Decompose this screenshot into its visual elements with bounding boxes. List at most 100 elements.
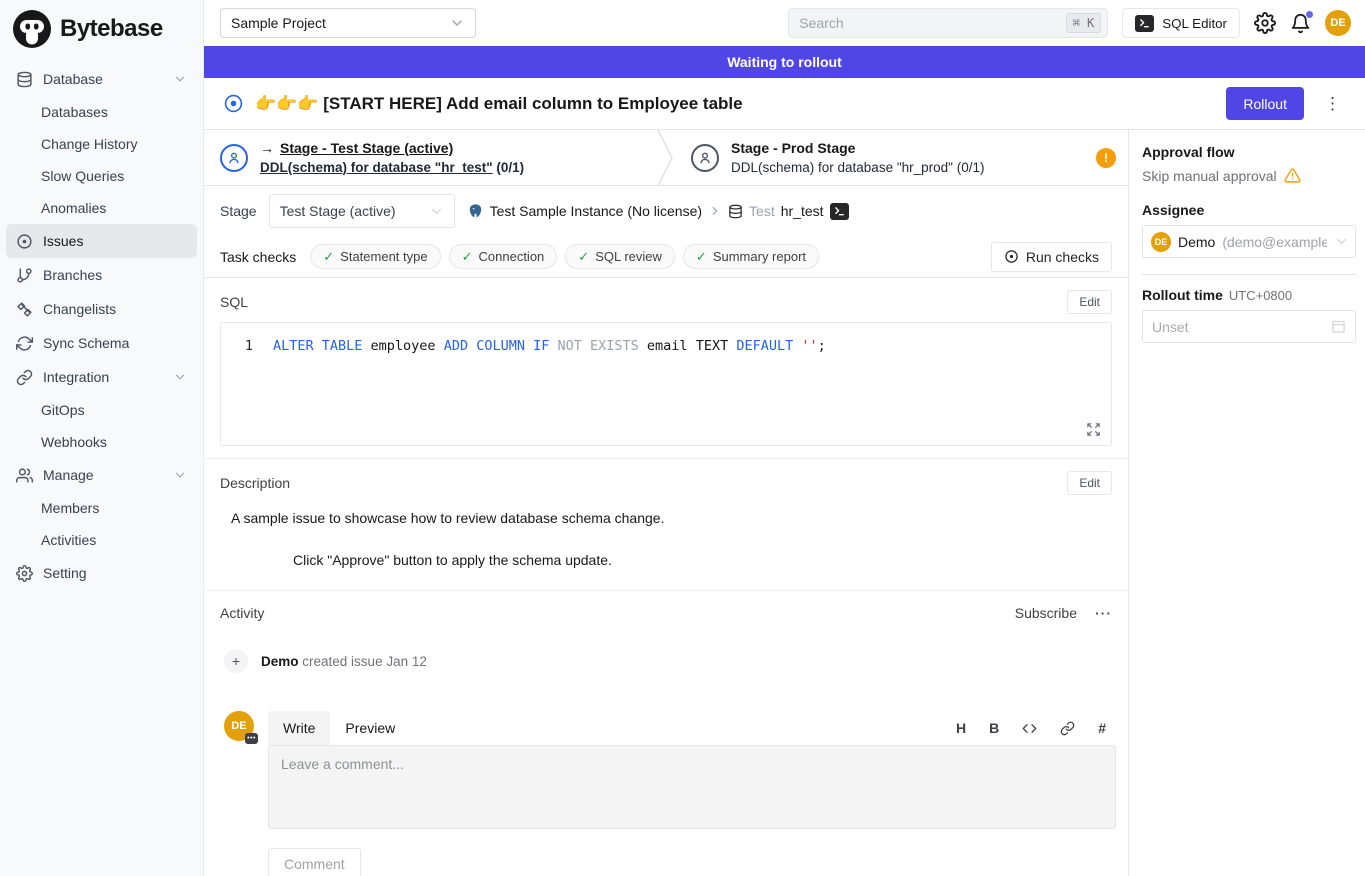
issue-menu-button[interactable]: ⋮ bbox=[1316, 94, 1349, 114]
check-pill-summary-report[interactable]: ✓Summary report bbox=[683, 244, 819, 269]
status-banner: Waiting to rollout bbox=[204, 46, 1365, 78]
stage-person-icon bbox=[691, 144, 719, 172]
sql-code-block[interactable]: 1 ALTER TABLE employee ADD COLUMN IF NOT… bbox=[220, 322, 1112, 446]
bytebase-logo[interactable]: Bytebase bbox=[0, 0, 203, 58]
sql-section: SQL Edit 1 ALTER TABLE employee ADD COLU… bbox=[204, 278, 1128, 446]
chevron-down-icon bbox=[173, 468, 187, 482]
stage-separator bbox=[657, 130, 675, 186]
changelist-icon bbox=[16, 301, 33, 318]
sidebar-label: Issues bbox=[43, 233, 83, 249]
chevron-down-icon bbox=[173, 72, 187, 86]
stage-name: →Stage - Test Stage (active) bbox=[260, 138, 524, 158]
sidebar-item-databases[interactable]: Databases bbox=[6, 96, 197, 128]
warning-badge: ! bbox=[1096, 148, 1116, 168]
check-pass-icon: ✓ bbox=[462, 249, 473, 265]
panel-divider bbox=[1142, 274, 1356, 275]
activity-section: Activity Subscribe ··· + Demo created is… bbox=[204, 590, 1128, 876]
stage-select[interactable]: Test Stage (active) bbox=[269, 194, 455, 228]
sidebar-item-manage[interactable]: Manage bbox=[6, 458, 197, 492]
sidebar-item-anomalies[interactable]: Anomalies bbox=[6, 192, 197, 224]
check-pass-icon: ✓ bbox=[323, 249, 334, 265]
code-format-button[interactable] bbox=[1022, 721, 1037, 736]
rollout-button[interactable]: Rollout bbox=[1226, 87, 1304, 120]
sidebar-item-members[interactable]: Members bbox=[6, 492, 197, 524]
bold-format-button[interactable]: B bbox=[989, 720, 999, 736]
stage-person-icon-active bbox=[220, 144, 248, 172]
task-checks-label: Task checks bbox=[220, 249, 296, 265]
check-pill-statement-type[interactable]: ✓Statement type bbox=[310, 244, 440, 269]
chevron-down-icon bbox=[429, 204, 444, 219]
sidebar-item-change-history[interactable]: Change History bbox=[6, 128, 197, 160]
calendar-icon bbox=[1331, 319, 1346, 334]
bytebase-logo-icon bbox=[12, 9, 52, 49]
search-input[interactable] bbox=[799, 15, 1065, 31]
description-edit-button[interactable]: Edit bbox=[1067, 471, 1112, 495]
status-banner-text: Waiting to rollout bbox=[727, 54, 842, 70]
activity-menu-button[interactable]: ··· bbox=[1095, 605, 1112, 621]
sidebar: Bytebase Database Databases Change Histo… bbox=[0, 0, 204, 876]
brand-name: Bytebase bbox=[60, 15, 163, 43]
check-pill-sql-review[interactable]: ✓SQL review bbox=[565, 244, 675, 269]
comment-avatar: DE ••• bbox=[224, 711, 254, 741]
sidebar-item-database[interactable]: Database bbox=[6, 62, 197, 96]
sidebar-item-integration[interactable]: Integration bbox=[6, 360, 197, 394]
main-content: →Stage - Test Stage (active) DDL(schema)… bbox=[204, 130, 1128, 876]
sidebar-item-issues[interactable]: Issues bbox=[6, 224, 197, 258]
expand-icon[interactable] bbox=[1086, 422, 1101, 437]
comment-submit-button[interactable]: Comment bbox=[268, 848, 361, 876]
rollout-time-input[interactable]: Unset bbox=[1142, 310, 1356, 343]
notifications-bell-button[interactable] bbox=[1290, 13, 1311, 34]
sql-edit-button[interactable]: Edit bbox=[1067, 290, 1112, 314]
database-icon bbox=[16, 71, 33, 88]
project-selector[interactable]: Sample Project bbox=[220, 8, 476, 38]
sidebar-label: Setting bbox=[43, 565, 87, 581]
user-avatar[interactable]: DE bbox=[1325, 10, 1351, 36]
sidebar-item-gitops[interactable]: GitOps bbox=[6, 394, 197, 426]
code-icon bbox=[1022, 721, 1037, 736]
sidebar-item-slow-queries[interactable]: Slow Queries bbox=[6, 160, 197, 192]
heading-format-button[interactable]: H bbox=[956, 720, 966, 736]
comment-input[interactable] bbox=[268, 745, 1116, 829]
sidebar-item-webhooks[interactable]: Webhooks bbox=[6, 426, 197, 458]
sync-icon bbox=[16, 335, 33, 352]
stage-detail: DDL(schema) for database "hr_prod" (0/1) bbox=[731, 158, 984, 178]
sidebar-item-changelists[interactable]: Changelists bbox=[6, 292, 197, 326]
assignee-select[interactable]: DE Demo (demo@example bbox=[1142, 225, 1356, 258]
chevron-down-icon bbox=[1334, 234, 1349, 249]
editor-tabs: Write Preview H B bbox=[268, 711, 1116, 745]
assignee-heading: Assignee bbox=[1142, 202, 1356, 218]
database-link[interactable]: hr_test bbox=[781, 203, 824, 219]
tab-write[interactable]: Write bbox=[268, 711, 330, 745]
sidebar-item-setting[interactable]: Setting bbox=[6, 556, 197, 590]
chat-bubble-icon: ••• bbox=[245, 733, 258, 744]
search-box[interactable]: ⌘ K bbox=[788, 8, 1108, 38]
link-format-button[interactable] bbox=[1060, 721, 1075, 736]
stage-card-test[interactable]: →Stage - Test Stage (active) DDL(schema)… bbox=[204, 130, 657, 185]
instance-link[interactable]: Test Sample Instance (No license) bbox=[490, 203, 702, 219]
sidebar-label: Manage bbox=[43, 467, 94, 483]
sidebar-item-activities[interactable]: Activities bbox=[6, 524, 197, 556]
postgres-icon bbox=[467, 203, 484, 220]
activity-heading: Activity bbox=[220, 605, 264, 621]
description-line: A sample issue to showcase how to review… bbox=[231, 509, 1112, 529]
link-icon bbox=[1060, 721, 1075, 736]
sidebar-label: Sync Schema bbox=[43, 335, 129, 351]
line-number: 1 bbox=[221, 337, 273, 356]
open-sql-editor-icon[interactable] bbox=[830, 203, 849, 220]
check-pill-connection[interactable]: ✓Connection bbox=[449, 244, 558, 269]
stage-card-prod[interactable]: Stage - Prod Stage DDL(schema) for datab… bbox=[675, 130, 1128, 185]
sql-statement: ALTER TABLE employee ADD COLUMN IF NOT E… bbox=[273, 337, 826, 356]
check-pass-icon: ✓ bbox=[696, 249, 707, 265]
subscribe-link[interactable]: Subscribe bbox=[1015, 605, 1077, 621]
topbar: Sample Project ⌘ K SQL Editor bbox=[204, 0, 1365, 46]
settings-gear-button[interactable] bbox=[1254, 12, 1276, 34]
arrow-right-icon: → bbox=[260, 138, 274, 158]
sidebar-item-branches[interactable]: Branches bbox=[6, 258, 197, 292]
gear-icon bbox=[16, 565, 33, 582]
tab-preview[interactable]: Preview bbox=[330, 711, 410, 745]
issue-side-panel: Approval flow Skip manual approval Assig… bbox=[1128, 130, 1365, 876]
sidebar-item-sync-schema[interactable]: Sync Schema bbox=[6, 326, 197, 360]
sql-editor-button[interactable]: SQL Editor bbox=[1122, 8, 1240, 38]
run-checks-button[interactable]: Run checks bbox=[991, 242, 1112, 272]
hash-format-button[interactable]: # bbox=[1098, 720, 1106, 736]
